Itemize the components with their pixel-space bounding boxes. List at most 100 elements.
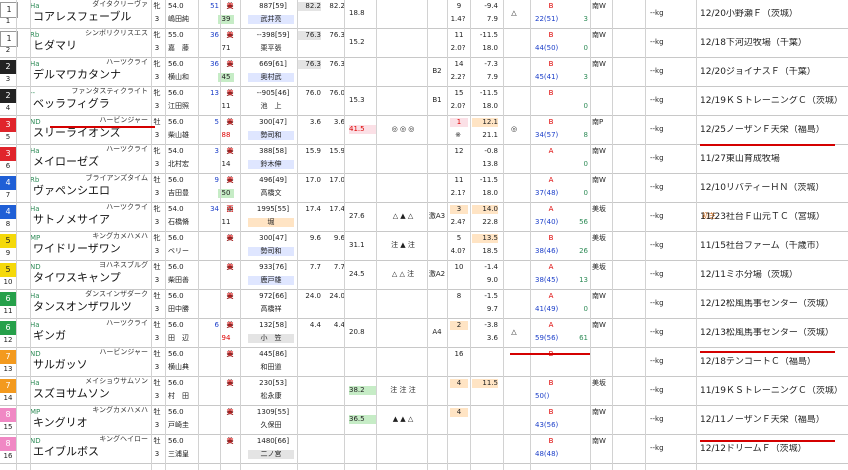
- cell-dev: 12.1: [472, 118, 498, 127]
- jockey-name[interactable]: 田 辺: [168, 334, 202, 343]
- cell-evs: 45(41): [535, 73, 559, 81]
- table-row[interactable]: 1 2 シンボリクリスエス ヒダマリ 3 嘉 藤 71 美栗平張 Rb 牝 55.0 36 東 --398…: [0, 29, 848, 58]
- trainer-name[interactable]: 鹿戸雄: [248, 276, 294, 285]
- jockey-name[interactable]: 横山典: [168, 363, 202, 372]
- jockey-name[interactable]: 横山和: [168, 73, 202, 82]
- horse-name-link[interactable]: メイローゼズ: [33, 155, 151, 168]
- jockey-name[interactable]: 田中勝: [168, 305, 202, 314]
- jockey-name[interactable]: 北村宏: [168, 160, 202, 169]
- horse-name-link[interactable]: サトノメサイア: [33, 213, 151, 226]
- table-row[interactable]: 4 8 ハーツクライ サトノメサイア 3 石橋脩 11 栗堀 Ha 牝 54.0 34 西 1995[55…: [0, 203, 848, 232]
- horse-name-link[interactable]: デルマワカタンナ: [33, 68, 151, 81]
- cell-info[interactable]: 12/18テンコートＣ（福島）: [700, 357, 845, 368]
- horse-name-link[interactable]: コアレスフェーブル: [33, 10, 151, 23]
- trainer-name[interactable]: 高橋文: [248, 189, 294, 198]
- cell-jw: 51: [210, 2, 219, 10]
- trainer-name[interactable]: 勢司和: [248, 131, 294, 140]
- trainer-name[interactable]: 小 笠: [248, 334, 294, 343]
- jockey-name[interactable]: 石橋脩: [168, 218, 202, 227]
- table-row[interactable]: 7 14 メイショウサムソン スズヨサムソン 3 村 田美松永康 Ha 牡 56.0 東 230[5…: [0, 377, 848, 406]
- cell-info[interactable]: 11/23社台Ｆ山元ＴＣ（宮城）: [700, 212, 845, 223]
- trainer-name[interactable]: 池 上: [248, 102, 294, 111]
- horse-name-link[interactable]: ギンガ: [33, 329, 151, 342]
- jockey-name[interactable]: 吉田豊: [168, 189, 202, 198]
- cell-farm: 南W: [592, 31, 606, 39]
- trainer-name[interactable]: 勢司和: [248, 247, 294, 256]
- trainer-name[interactable]: 松永康: [248, 392, 294, 401]
- cell-pop: 12: [454, 147, 464, 155]
- cell-jw: 6: [214, 321, 219, 329]
- cell-trainer-r: 496[49]: [259, 176, 287, 184]
- cell-info[interactable]: 12/25ノーザンＦ天栄（福島）: [700, 125, 845, 136]
- odds: 2.1?: [450, 189, 466, 197]
- jockey-name[interactable]: 三浦皇: [168, 450, 202, 459]
- trainer-name[interactable]: 高橋祥: [248, 305, 294, 314]
- cell-info[interactable]: 12/19ＫＳトレーニングＣ（茨城）: [700, 96, 845, 107]
- cell-farm: 美坂: [592, 263, 606, 271]
- horse-name-link[interactable]: エイブルボス: [33, 445, 151, 458]
- table-row[interactable]: 5 9 キングカメハメハ ワイドリーザワン 3 ベリー美勢司和 MP 牝 56.0 東 300[47…: [0, 232, 848, 261]
- trainer-name[interactable]: 和田道: [248, 363, 294, 372]
- cell-info[interactable]: 11/27東山育成牧場: [700, 154, 845, 165]
- jockey-name[interactable]: 嶋田純: [168, 15, 202, 24]
- jockey-name[interactable]: 戸崎圭: [168, 421, 202, 430]
- trainer-name[interactable]: 堀: [248, 218, 294, 227]
- trainer-name[interactable]: 栗平張: [248, 44, 294, 53]
- cell-info[interactable]: 12/10リバティーＨＮ（茨城）: [700, 183, 845, 194]
- cell-info[interactable]: 12/12ドリームＦ（茨城）: [700, 444, 845, 455]
- table-row[interactable]: 1 1 ダイタクリーヴァ コアレスフェーブル 3 嶋田純 39 美武井亮 Ha 牝 54.0 51 東 8…: [0, 0, 848, 29]
- horse-name-link[interactable]: タンスオンザワルツ: [33, 300, 151, 313]
- cell-info[interactable]: 12/12松風馬事センター（茨城）: [700, 299, 845, 310]
- trainer-name[interactable]: 武井亮: [248, 15, 294, 24]
- value-second: 3.6: [486, 334, 498, 342]
- cell-info[interactable]: 11/19ＫＳトレーニングＣ（茨城）: [700, 386, 845, 397]
- horse-name-link[interactable]: ヴァペンシエロ: [33, 184, 151, 197]
- cell-info[interactable]: 12/18下河辺牧場（千葉）: [700, 38, 845, 49]
- cell-info[interactable]: 12/11ノーザンＦ天栄（福島）: [700, 415, 845, 426]
- jockey-name[interactable]: 村 田: [168, 392, 202, 401]
- cell-info[interactable]: 12/20小野瀬Ｆ（茨城）: [700, 9, 845, 20]
- jockey-name[interactable]: 柴山雄: [168, 131, 202, 140]
- sire-name: シンボリクリスエス: [85, 29, 148, 37]
- column-divider: [612, 0, 613, 470]
- table-row[interactable]: 5 10 ヨハネスブルグ タイワスキャンプ 3 柴田善美鹿戸雄 ND 牡 56.0 東 933[76…: [0, 261, 848, 290]
- cell-t1: 82.2: [297, 2, 321, 11]
- jockey-name[interactable]: 柴田善: [168, 276, 202, 285]
- jockey-name[interactable]: ベリー: [168, 247, 202, 256]
- jockey-name[interactable]: 嘉 藤: [168, 44, 202, 53]
- table-row[interactable]: 4 7 ブライアンズタイム ヴァペンシエロ 3 吉田豊 50 美高橋文 Rb 牡 56.0 9 東 496…: [0, 174, 848, 203]
- cell-info[interactable]: 11/15社台ファーム（千歳市）: [700, 241, 845, 252]
- table-row[interactable]: 6 11 ダンスインザダーク タンスオンザワルツ 3 田中勝美高橋祥 Ha 牡 56.0 東 972…: [0, 290, 848, 319]
- cell-info[interactable]: 12/13松風馬事センター（茨城）: [700, 328, 845, 339]
- horse-number: 2: [5, 46, 11, 54]
- cell-wt: 55.0: [168, 31, 184, 39]
- cell-info[interactable]: 12/20ジョイナスＦ（千葉）: [700, 67, 845, 78]
- horse-name-link[interactable]: タイワスキャンプ: [33, 271, 151, 284]
- jockey-name[interactable]: 江田照: [168, 102, 202, 111]
- cell-area: 東: [226, 176, 234, 184]
- trainer-name[interactable]: 奥村武: [248, 73, 294, 82]
- table-row[interactable]: 6 12 ハーツクライ ギンガ 3 田 辺 94 美小 笠 Ha 牡 56.0 6 東 132[58] 4.…: [0, 319, 848, 348]
- cell-area: 東: [226, 147, 234, 155]
- table-row[interactable]: 3 5 ハービンジャー スリーライオンズ 3 柴山雄 88 美勢司和 ND 牡 56.0 5 東 300[…: [0, 116, 848, 145]
- horse-name-link[interactable]: ワイドリーザワン: [33, 242, 151, 255]
- trainer-name[interactable]: 鈴木伸: [248, 160, 294, 169]
- table-row[interactable]: 3 6 ハーツクライ メイローゼズ 3 北村宏 14 美鈴木伸 Ha 牝 54.0 3 東 388[58]…: [0, 145, 848, 174]
- table-row[interactable]: 2 4 ファンタスティクライト ベッラフィグラ 3 江田照 11 美池 上 -- 牝 56.0 13 東…: [0, 87, 848, 116]
- horse-name-link[interactable]: ヒダマリ: [33, 39, 151, 52]
- horse-name-link[interactable]: スズヨサムソン: [33, 387, 151, 400]
- trainer-name[interactable]: 二ノ宮: [248, 450, 294, 459]
- horse-name-link[interactable]: キングリオ: [33, 416, 151, 429]
- cell-evn: 0: [583, 305, 588, 313]
- horse-number: 10: [3, 278, 13, 286]
- horse-number: 14: [3, 394, 13, 402]
- trainer-name[interactable]: 久保田: [248, 421, 294, 430]
- cell-evn: 56: [579, 218, 588, 226]
- table-row[interactable]: 2 3 ハーツクライ デルマワカタンナ 3 横山和 45 美奥村武 Ha 牝 56.0 36 東 669[…: [0, 58, 848, 87]
- cell-info[interactable]: 12/11ミホ分場（茨城）: [700, 270, 845, 281]
- horse-name-link[interactable]: サルガッソ: [33, 358, 151, 371]
- cell-evs: 38(46): [535, 247, 559, 255]
- table-row[interactable]: 8 15 キングカメハメハ キングリオ 3 戸崎圭美久保田 MP 牡 56.0 東 1309[55]…: [0, 406, 848, 435]
- horse-name-link[interactable]: ベッラフィグラ: [33, 97, 151, 110]
- cell-mark: Ha: [30, 60, 40, 68]
